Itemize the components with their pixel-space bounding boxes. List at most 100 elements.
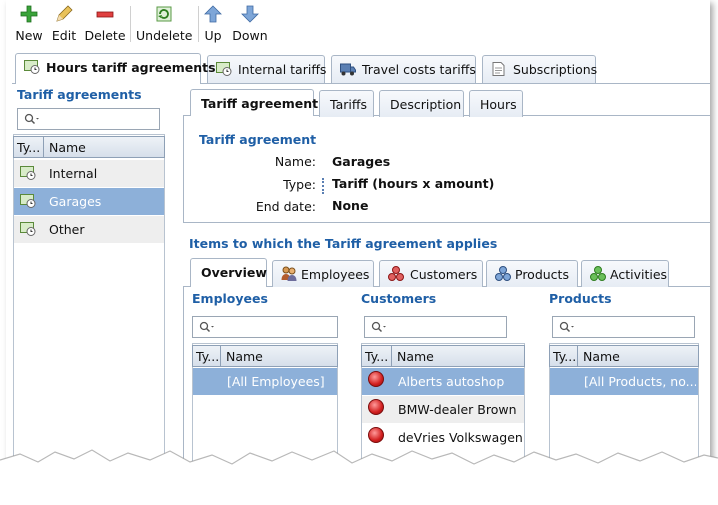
tab-hours-tariff-agreements[interactable]: Hours tariff agreements bbox=[15, 53, 216, 84]
tab-label: Travel costs tariffs bbox=[362, 62, 476, 77]
tab-employees[interactable]: Employees bbox=[272, 260, 374, 287]
table-row[interactable]: [All Employees] bbox=[193, 368, 337, 395]
tab-label: Tariffs bbox=[330, 97, 367, 112]
customers-search-input[interactable] bbox=[364, 316, 507, 338]
column-type[interactable]: Ty... bbox=[14, 137, 44, 157]
tab-overview[interactable]: Overview bbox=[190, 258, 267, 287]
tariff-icon bbox=[20, 222, 36, 236]
minus-icon bbox=[96, 11, 114, 18]
applies-title: Items to which the Tariff agreement appl… bbox=[189, 236, 498, 251]
customer-icon bbox=[368, 371, 384, 387]
activities-icon bbox=[590, 266, 606, 281]
customers-title: Customers bbox=[361, 291, 437, 306]
new-label: New bbox=[15, 28, 43, 43]
tab-hours[interactable]: Hours bbox=[469, 90, 523, 117]
tab-label: Hours bbox=[480, 97, 517, 112]
plus-icon bbox=[20, 5, 38, 23]
grid-header: Ty... Name bbox=[13, 136, 165, 158]
column-type[interactable]: Ty... bbox=[193, 346, 221, 366]
tariff-icon bbox=[216, 62, 232, 76]
document-icon bbox=[492, 62, 505, 76]
products-search-input[interactable] bbox=[552, 316, 695, 338]
list-item-name: Garages bbox=[49, 194, 102, 209]
type-label: Type: bbox=[283, 177, 316, 192]
search-icon bbox=[371, 321, 386, 333]
end-date-value: None bbox=[332, 198, 369, 213]
people-icon bbox=[281, 266, 297, 281]
employees-title: Employees bbox=[192, 291, 268, 306]
pencil-icon bbox=[56, 5, 73, 22]
row-name: [All Employees] bbox=[227, 374, 325, 389]
edit-label: Edit bbox=[51, 28, 77, 43]
type-dropdown-handle[interactable] bbox=[322, 178, 324, 194]
down-button[interactable]: Down bbox=[232, 4, 268, 43]
edit-button[interactable]: Edit bbox=[48, 4, 80, 43]
applies-panel-border bbox=[183, 286, 184, 466]
search-icon bbox=[559, 321, 574, 333]
toolbar-separator bbox=[198, 6, 199, 42]
products-title: Products bbox=[549, 291, 612, 306]
tab-subscriptions[interactable]: Subscriptions bbox=[482, 55, 597, 83]
table-row[interactable]: BMW-dealer Brown bbox=[362, 396, 524, 423]
list-item[interactable]: Other bbox=[14, 216, 164, 243]
up-label: Up bbox=[204, 28, 222, 43]
end-date-label: End date: bbox=[255, 199, 316, 214]
employees-search-input[interactable] bbox=[192, 316, 338, 338]
left-panel-title: Tariff agreements bbox=[17, 87, 142, 102]
up-button[interactable]: Up bbox=[202, 4, 224, 43]
tab-activities[interactable]: Activities bbox=[581, 260, 669, 287]
search-input[interactable] bbox=[17, 108, 160, 130]
tariff-icon bbox=[20, 194, 36, 208]
row-name: Alberts autoshop bbox=[398, 374, 505, 389]
list-item[interactable]: Internal bbox=[14, 160, 164, 187]
grid-header: Ty... Name bbox=[549, 345, 699, 367]
tab-label: Tariff agreement bbox=[201, 96, 319, 111]
name-value: Garages bbox=[332, 154, 391, 169]
tariff-icon bbox=[20, 166, 36, 180]
grid-header: Ty... Name bbox=[192, 345, 338, 367]
arrow-down-icon bbox=[241, 5, 259, 23]
search-icon bbox=[24, 113, 39, 125]
products-icon bbox=[495, 266, 511, 281]
type-value: Tariff (hours x amount) bbox=[332, 176, 495, 191]
undelete-button[interactable]: Undelete bbox=[136, 4, 192, 43]
down-label: Down bbox=[232, 28, 268, 43]
table-row[interactable]: Alberts autoshop bbox=[362, 368, 524, 395]
list-item-name: Internal bbox=[49, 166, 98, 181]
column-type[interactable]: Ty... bbox=[362, 346, 392, 366]
tab-internal-tariffs[interactable]: Internal tariffs bbox=[207, 55, 327, 83]
column-name[interactable]: Name bbox=[392, 346, 434, 366]
customer-icon bbox=[368, 399, 384, 415]
row-name: [All Products, no... bbox=[584, 374, 696, 389]
table-row[interactable]: [All Products, no... bbox=[550, 368, 698, 395]
tab-label: Internal tariffs bbox=[238, 62, 327, 77]
tab-description[interactable]: Description bbox=[379, 90, 464, 117]
toolbar-separator bbox=[130, 6, 131, 42]
torn-edge bbox=[0, 449, 718, 505]
tariff-icon bbox=[24, 60, 40, 74]
tab-travel-costs-tariffs[interactable]: Travel costs tariffs bbox=[331, 55, 476, 83]
column-name[interactable]: Name bbox=[221, 346, 263, 366]
row-name: BMW-dealer Brown bbox=[398, 402, 517, 417]
new-button[interactable]: New bbox=[12, 4, 46, 43]
tab-products[interactable]: Products bbox=[486, 260, 578, 287]
delete-label: Delete bbox=[84, 28, 126, 43]
search-icon bbox=[199, 321, 214, 333]
column-name[interactable]: Name bbox=[578, 346, 620, 366]
delete-button[interactable]: Delete bbox=[84, 4, 126, 43]
arrow-up-icon bbox=[204, 5, 222, 23]
truck-icon bbox=[340, 63, 356, 76]
list-item-name: Other bbox=[49, 222, 85, 237]
tab-label: Overview bbox=[201, 265, 267, 280]
customers-icon bbox=[388, 266, 404, 281]
tab-label: Description bbox=[390, 97, 462, 112]
app-window: New Edit Delete Undelete Up Down Hours t… bbox=[6, 0, 710, 470]
list-item[interactable]: Garages bbox=[14, 188, 164, 215]
tariff-agreement-section-title: Tariff agreement bbox=[199, 132, 317, 147]
tab-label: Activities bbox=[610, 267, 668, 282]
tab-tariff-agreement[interactable]: Tariff agreement bbox=[190, 89, 318, 116]
tab-tariffs[interactable]: Tariffs bbox=[319, 90, 374, 117]
column-type[interactable]: Ty... bbox=[550, 346, 578, 366]
tab-customers[interactable]: Customers bbox=[379, 260, 483, 287]
column-name[interactable]: Name bbox=[44, 137, 86, 157]
